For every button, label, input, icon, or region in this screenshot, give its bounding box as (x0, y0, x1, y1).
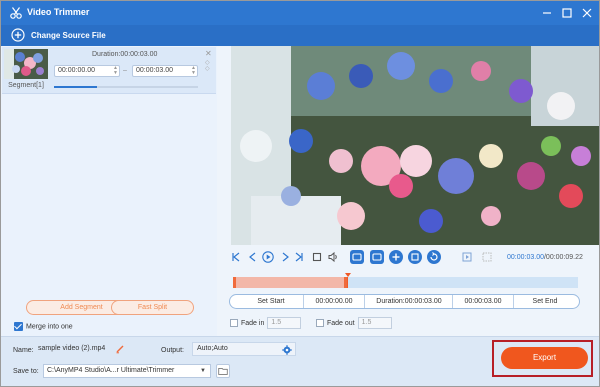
gear-icon[interactable] (282, 345, 292, 355)
set-end-button[interactable]: Set End (514, 295, 576, 308)
segment-end-marker-icon[interactable] (370, 250, 384, 264)
set-range-row: Set Start 00:00:00.00 Duration:00:00:03.… (229, 294, 580, 309)
timeline-track[interactable] (233, 273, 578, 288)
total-time: /00:00:09.22 (543, 254, 583, 261)
save-path-field[interactable]: C:\AnyMP4 Studio\A...r Ultimate\Trimmer (43, 364, 211, 378)
checkbox-checked-icon (14, 322, 23, 331)
fade-in-input[interactable]: 1.5 (267, 317, 302, 329)
output-format-field[interactable]: Auto;Auto (192, 342, 296, 356)
segment-thumbnail (4, 49, 48, 79)
segment-panel: Segment[1] Duration:00:00:03.00 00:00:00… (1, 46, 217, 336)
fast-split-button[interactable]: Fast Split (111, 300, 194, 315)
fade-out-label: Fade out (327, 319, 355, 327)
start-time-field[interactable]: 00:00:00.00 (305, 295, 363, 308)
merge-checkbox[interactable]: Merge into one (14, 322, 73, 331)
save-to-label: Save to: (13, 368, 39, 375)
segment-label: Segment[1] (8, 82, 44, 89)
playback-timecode: 00:00:03.00/00:00:09.22 (507, 254, 583, 261)
video-preview[interactable] (231, 46, 599, 245)
scissors-icon (9, 6, 23, 20)
current-time: 00:00:03.00 (507, 254, 544, 261)
plus-circle-icon (11, 28, 25, 42)
fade-in-checkbox[interactable] (230, 319, 238, 327)
add-marker-icon[interactable] (389, 250, 403, 264)
fade-in-control[interactable]: Fade in 1.5 (230, 317, 302, 329)
output-format-value: Auto;Auto (197, 345, 228, 352)
fade-out-checkbox[interactable] (316, 319, 324, 327)
previous-frame-icon[interactable] (247, 251, 259, 263)
maximize-icon[interactable] (559, 5, 575, 21)
timeline-selection[interactable] (233, 277, 347, 288)
segment-duration: Duration:00:00:03.00 (92, 51, 158, 58)
segment-start-value: 00:00:00.00 (58, 67, 95, 74)
export-button[interactable]: Export (501, 347, 588, 369)
duration-field: Duration:00:00:03.00 (376, 298, 442, 305)
segment-start-input[interactable]: 00:00:00.00 ▲ ▼ (54, 65, 120, 77)
video-trimmer-window: Video Trimmer Change Source File Segment… (0, 0, 600, 387)
skip-to-start-icon[interactable] (230, 251, 242, 263)
play-icon[interactable] (262, 251, 274, 263)
chevron-down-icon[interactable]: ▼ (195, 364, 211, 378)
spinner-icon[interactable]: ▲ ▼ (113, 66, 118, 76)
fade-out-input[interactable]: 1.5 (357, 317, 392, 329)
window-title: Video Trimmer (27, 7, 90, 17)
segment-progress-fill (54, 86, 98, 88)
skip-to-end-icon[interactable] (293, 251, 305, 263)
file-name: sample video (2).mp4 (38, 345, 106, 352)
segment-end-input[interactable]: 00:00:03.00 ▲ ▼ (132, 65, 198, 77)
segment-progress-bar (54, 86, 198, 88)
divider (303, 295, 304, 308)
copy-segment-icon[interactable] (408, 250, 422, 264)
segment-start-marker-icon[interactable] (350, 250, 364, 264)
next-frame-icon[interactable] (279, 251, 291, 263)
output-label: Output: (161, 347, 184, 354)
range-separator: – (123, 67, 127, 74)
save-path-value: C:\AnyMP4 Studio\A...r Ultimate\Trimmer (47, 367, 175, 374)
change-source-label: Change Source File (31, 31, 106, 40)
close-icon[interactable] (579, 5, 595, 21)
playhead-line (347, 277, 348, 288)
jump-to-start-marker-icon[interactable] (461, 251, 473, 263)
title-bar: Video Trimmer (1, 1, 599, 25)
segment-end-value: 00:00:03.00 (136, 67, 173, 74)
name-label: Name: (13, 347, 34, 354)
fade-out-control[interactable]: Fade out 1.5 (316, 317, 392, 329)
merge-label: Merge into one (26, 323, 73, 331)
remove-segment-icon[interactable]: ✕ (205, 50, 213, 58)
segment-card[interactable]: Segment[1] Duration:00:00:03.00 00:00:00… (2, 47, 216, 94)
change-source-button[interactable]: Change Source File (1, 25, 599, 46)
end-time-field[interactable]: 00:00:03.00 (453, 295, 513, 308)
reset-icon[interactable] (427, 250, 441, 264)
volume-icon[interactable] (327, 251, 339, 263)
move-down-icon[interactable]: ◇ (205, 66, 210, 72)
edit-name-icon[interactable] (115, 344, 125, 354)
playhead-icon[interactable] (345, 273, 351, 277)
folder-icon[interactable] (216, 364, 230, 378)
jump-to-end-marker-icon[interactable] (481, 251, 493, 263)
minimize-icon[interactable] (539, 5, 555, 21)
stop-icon[interactable] (311, 251, 323, 263)
fade-in-label: Fade in (241, 319, 265, 327)
spinner-icon[interactable]: ▲ ▼ (191, 66, 196, 76)
set-start-button[interactable]: Set Start (236, 295, 306, 308)
